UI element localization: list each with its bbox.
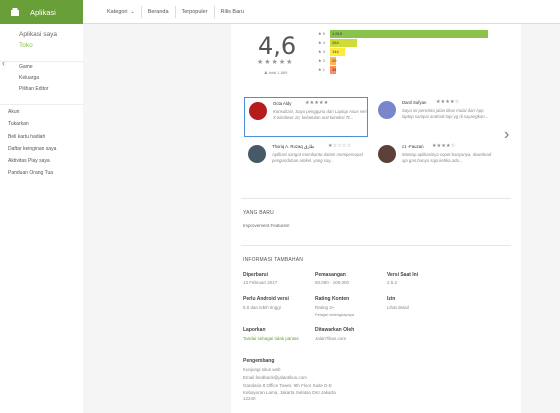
content-rating-value: Rating 3+ (315, 305, 335, 310)
nav-top[interactable]: Terpopuler (182, 9, 208, 15)
review-card[interactable]: Octa Aldy ★★★★★ Konsultasi, Saya penggun… (244, 97, 368, 137)
sidebar-item-store[interactable]: Toko (19, 40, 83, 51)
top-bar: Aplikasi Kategori ⌄ Beranda Terpopuler R… (0, 0, 560, 24)
sidebar-main: Aplikasi saya Toko (0, 24, 83, 54)
brand-label: Aplikasi (30, 7, 56, 17)
brand[interactable]: Aplikasi (0, 0, 83, 24)
sidebar-links: Akun Tukarkan Beli kartu hadiah Daftar k… (0, 106, 83, 180)
total-ratings: ♟ total 1.889 (264, 70, 288, 75)
rating-bar-label: ★ 3 (318, 49, 325, 54)
additional-info-title: INFORMASI TAMBAHAN (243, 257, 304, 263)
review-text: Aplikasi sangat membantu dalam mempercep… (272, 152, 363, 163)
permissions-details[interactable]: Lihat detail (387, 305, 409, 312)
report-label: Laporkan (243, 327, 266, 333)
average-stars: ★★★★★ (257, 59, 294, 66)
review-stars: ★★★★☆ (432, 143, 456, 149)
review-stars: ★★★★☆ (436, 99, 460, 105)
installs-label: Pemasangan (315, 272, 346, 278)
rating-bar-row: ★ 2 29 (318, 56, 488, 65)
collapse-sidebar-icon[interactable]: ‹ (2, 58, 5, 68)
version-value: 2.5.2 (387, 280, 398, 285)
next-reviews-icon[interactable]: › (504, 126, 509, 144)
sidebar-item-my-apps[interactable]: Aplikasi saya (19, 29, 83, 40)
developer-address: Gandaria 8 Office Tower, 9th Floor Suite… (243, 383, 336, 401)
review-stars: ★★★★★ (305, 100, 329, 106)
rating-bar-label: ★ 1 (318, 67, 325, 72)
nav: Kategori ⌄ Beranda Terpopuler Rilis Baru (107, 0, 244, 24)
sidebar-item-editors-choice[interactable]: Pilihan Editor (19, 84, 83, 95)
android-label: Perlu Android versi (243, 296, 289, 302)
developer-email[interactable]: Email feedback@jalantikus.com (243, 375, 307, 382)
rating-bar-count: 29 (332, 57, 337, 63)
developer-label: Pengembang (243, 358, 275, 364)
sidebar-sub: Game Keluarga Pilihan Editor (0, 62, 83, 95)
rating-bar-row: ★ 3 144 (318, 47, 488, 56)
version-label: Versi Saat Ini (387, 272, 419, 278)
offered-by-label: Ditawarkan Oleh (315, 327, 355, 333)
updated-value: 13 Februari 2017 (243, 280, 278, 285)
nav-new[interactable]: Rilis Baru (221, 9, 245, 15)
rating-histogram: ★ 5 1.519 ★ 4 264 ★ 3 144 ★ 2 29 ★ 1 34 (318, 29, 488, 74)
sidebar-link-wishlist[interactable]: Daftar keinginan saya (8, 143, 83, 155)
installs-value: 50.000 - 100.000 (315, 280, 350, 285)
rating-bar-fill (330, 29, 488, 38)
offered-by-value: JalanTikus.com (315, 336, 347, 341)
rating-bar-row: ★ 4 264 (318, 38, 488, 47)
rating-bar-count: 264 (332, 39, 339, 45)
sidebar-link-parent-guide[interactable]: Panduan Orang Tua (8, 167, 83, 179)
android-apps-icon (11, 8, 19, 16)
sidebar-item-games[interactable]: Game (19, 62, 83, 73)
review-text: Mantap aplikasinya cepet banyanya, downl… (402, 152, 492, 163)
nav-home[interactable]: Beranda (148, 9, 169, 15)
rating-bar-label: ★ 2 (318, 58, 325, 63)
review-card[interactable]: Danil Sufyan ★★★★☆ Saya ini pencinta jal… (374, 97, 498, 137)
chevron-down-icon: ⌄ (130, 9, 135, 15)
nav-category[interactable]: Kategori (107, 9, 128, 15)
whats-new-title: YANG BARU (243, 210, 274, 216)
review-text: Saya ini pencinta jalan tikus mulai dari… (402, 108, 489, 119)
rating-bar-row: ★ 5 1.519 (318, 29, 488, 38)
sidebar-link-redeem[interactable]: Tukarkan (8, 118, 83, 130)
sidebar-item-family[interactable]: Keluarga (19, 73, 83, 84)
android-value: 5.0 dan lebih tinggi (243, 305, 281, 310)
review-card[interactable]: c1 -Fauzan ★★★★☆ Mantap aplikasinya cepe… (374, 141, 498, 181)
review-stars: ★☆☆☆☆ (328, 143, 352, 149)
app-detail-card: 4,6 ★★★★★ ♟ total 1.889 ★ 5 1.519 ★ 4 264 ★ … (231, 24, 521, 413)
avatar (378, 101, 396, 119)
rating-bar-count: 34 (332, 66, 337, 72)
sidebar-link-gift-card[interactable]: Beli kartu hadiah (8, 131, 83, 143)
reviewer-name: Octa Aldy (273, 101, 292, 106)
reviewer-name: Danil Sufyan (402, 100, 427, 105)
person-icon: ♟ (264, 70, 268, 75)
average-rating: 4,6 (258, 32, 297, 60)
sidebar-link-activity[interactable]: Aktivitas Play saya (8, 155, 83, 167)
reviewer-name: c1 -Fauzan (402, 144, 424, 149)
avatar (249, 102, 267, 120)
content-rating-label: Rating Konten (315, 296, 350, 302)
developer-website-link[interactable]: Kunjungi situs web (243, 367, 281, 374)
rating-bar-row: ★ 1 34 (318, 65, 488, 74)
sidebar: Aplikasi saya Toko Game Keluarga Pilihan… (0, 24, 83, 413)
review-text: Konsultasi, Saya pengguna dari Laptop As… (273, 109, 367, 120)
updated-label: Diperbarui (243, 272, 269, 278)
reviewer-name: Thoriq A. Rozaq طارق (272, 144, 315, 149)
permissions-label: Izin (387, 296, 396, 302)
avatar (248, 145, 266, 163)
rating-bar-count: 144 (332, 48, 339, 54)
whats-new-text: Improvement Features! (243, 223, 290, 228)
avatar (378, 145, 396, 163)
rating-bar-label: ★ 4 (318, 40, 325, 45)
rating-bar-label: ★ 5 (318, 31, 325, 36)
sidebar-link-account[interactable]: Akun (8, 106, 83, 118)
review-card[interactable]: Thoriq A. Rozaq طارق ★☆☆☆☆ Aplikasi sang… (244, 141, 368, 181)
rating-bar-count: 1.519 (332, 30, 343, 36)
content-rating-learn-more[interactable]: Pelajari selengkapnya (315, 312, 354, 319)
flag-inappropriate-link[interactable]: Tandai sebagai tidak pantas (243, 336, 303, 343)
